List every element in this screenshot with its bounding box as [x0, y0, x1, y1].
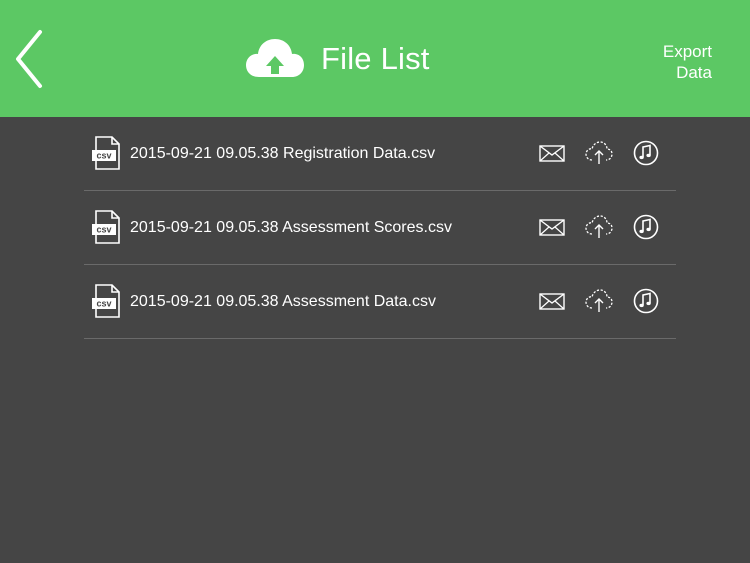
cloud-upload-icon — [585, 215, 613, 238]
file-row[interactable]: csv 2015-09-21 09.05.38 Assessment Score… — [84, 191, 676, 265]
export-label-line2: Data — [676, 63, 712, 82]
itunes-button[interactable] — [632, 213, 660, 241]
cloud-upload-button[interactable] — [585, 139, 613, 167]
page-title: File List — [321, 41, 430, 76]
file-type-label: csv — [96, 151, 111, 161]
itunes-button[interactable] — [632, 287, 660, 315]
file-type-label: csv — [96, 225, 111, 235]
music-note-icon — [633, 288, 659, 314]
file-list: csv 2015-09-21 09.05.38 Registration Dat… — [84, 117, 676, 339]
back-button[interactable] — [10, 28, 50, 90]
email-icon — [539, 145, 565, 162]
header-bar: File List Export Data — [0, 0, 750, 117]
export-label-line1: Export — [662, 42, 712, 61]
file-name: 2015-09-21 09.05.38 Registration Data.cs… — [130, 145, 436, 162]
cloud-upload-button[interactable] — [585, 287, 613, 315]
music-note-icon — [633, 140, 659, 166]
csv-file-icon: csv — [92, 136, 120, 170]
email-icon — [539, 219, 565, 236]
title-group: File List — [245, 36, 430, 82]
email-button[interactable] — [538, 139, 566, 167]
cloud-upload-icon — [246, 39, 304, 77]
csv-file-icon: csv — [92, 284, 120, 318]
csv-file-icon: csv — [92, 210, 120, 244]
file-name: 2015-09-21 09.05.38 Assessment Scores.cs… — [130, 219, 452, 236]
file-row[interactable]: csv 2015-09-21 09.05.38 Assessment Data.… — [84, 265, 676, 339]
music-note-icon — [633, 214, 659, 240]
chevron-left-icon — [16, 30, 42, 88]
email-icon — [539, 293, 565, 310]
cloud-upload-icon — [585, 289, 613, 312]
itunes-button[interactable] — [632, 139, 660, 167]
cloud-upload-button[interactable] — [585, 213, 613, 241]
file-row[interactable]: csv 2015-09-21 09.05.38 Registration Dat… — [84, 117, 676, 191]
email-button[interactable] — [538, 287, 566, 315]
export-data-button[interactable]: Export Data — [663, 41, 712, 83]
app-window: File List Export Data csv 2015-09-21 09.… — [0, 0, 750, 563]
file-type-label: csv — [96, 299, 111, 309]
email-button[interactable] — [538, 213, 566, 241]
file-name: 2015-09-21 09.05.38 Assessment Data.csv — [130, 293, 436, 310]
cloud-upload-icon — [585, 141, 613, 164]
